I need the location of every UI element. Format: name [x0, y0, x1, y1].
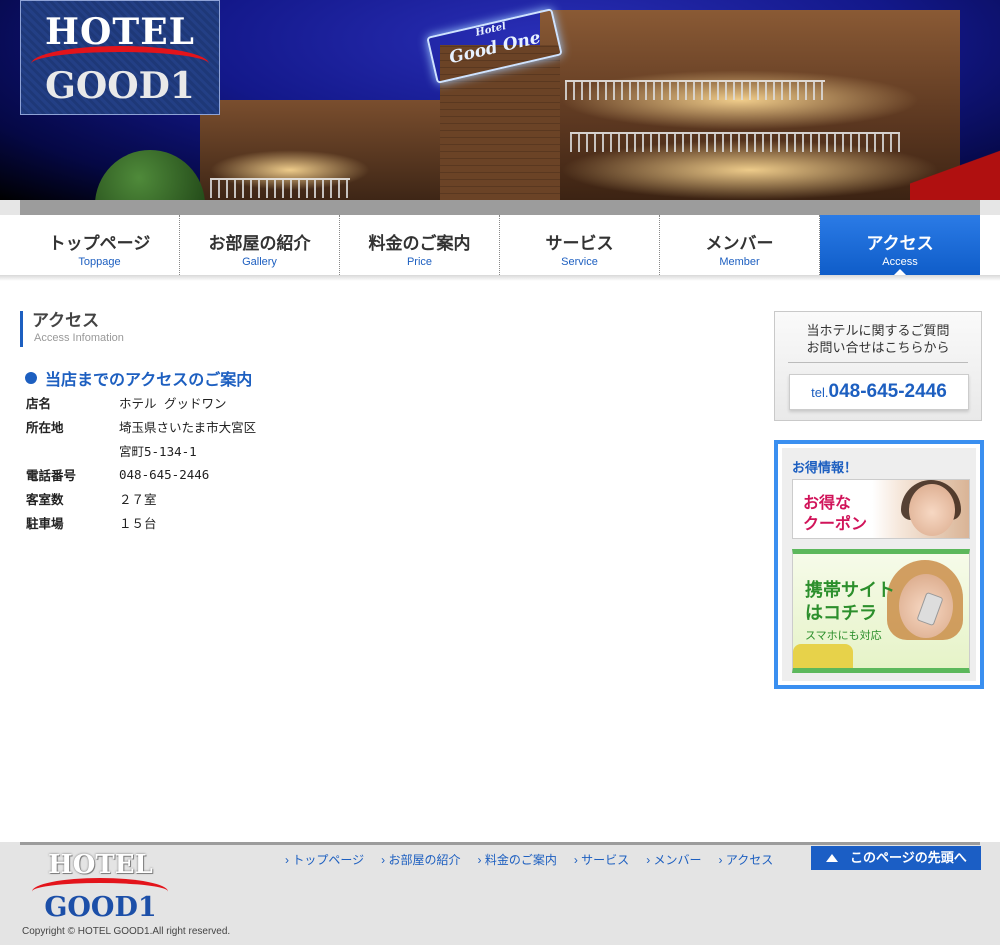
bullet-circle-icon — [25, 372, 37, 384]
footer-link-price[interactable]: 料金のご案内 — [477, 851, 557, 868]
section-heading-text: 当店までのアクセスのご案内 — [45, 372, 253, 389]
nav-label-jp: 料金のご案内 — [368, 234, 471, 253]
footer-logo-hotel: HOTEL — [48, 850, 153, 880]
nav-gallery[interactable]: お部屋の紹介 Gallery — [180, 215, 340, 275]
divider — [788, 362, 968, 363]
nav-label-jp: アクセス — [866, 234, 934, 253]
nav-access[interactable]: アクセス Access — [820, 215, 980, 275]
nav-label-en: Access — [882, 256, 918, 268]
nav-toppage[interactable]: トップページ Toppage — [20, 215, 180, 275]
table-row: 所在地 埼玉県さいたま市大宮区 — [26, 414, 256, 438]
footer-top-line — [20, 842, 980, 845]
table-row: 駐車場 １５台 — [26, 510, 256, 534]
nav-member[interactable]: メンバー Member — [660, 215, 820, 275]
promo-inner: お得情報！ お得な クーポン 携帯サイト はコチラ スマホにも対応 — [782, 448, 976, 681]
mobile-line3: スマホにも対応 — [805, 630, 882, 642]
mobile-site-banner[interactable]: 携帯サイト はコチラ スマホにも対応 — [792, 549, 970, 673]
promo-box: お得情報！ お得な クーポン 携帯サイト はコチラ スマホにも対応 — [774, 440, 984, 689]
info-key: 客室数 — [26, 491, 64, 507]
info-value: ホテル グッドワン — [119, 395, 227, 411]
woman-photo — [909, 484, 955, 536]
balcony-railing — [565, 80, 825, 100]
header-band-inner — [20, 200, 980, 215]
footer-link-member[interactable]: メンバー — [646, 851, 702, 868]
info-value: ２７室 — [119, 491, 157, 507]
footer-link-toppage[interactable]: トップページ — [285, 851, 364, 868]
footer-logo[interactable]: HOTEL GOOD1 — [28, 850, 173, 925]
info-key: 所在地 — [26, 419, 64, 435]
contact-line2: お問い合せはこちらから — [806, 340, 950, 355]
coupon-line2: クーポン — [803, 516, 868, 533]
table-row: 客室数 ２７室 — [26, 486, 256, 510]
page-title-jp: アクセス — [32, 311, 100, 330]
balcony-light — [560, 70, 920, 130]
access-info-table: 店名 ホテル グッドワン 所在地 埼玉県さいたま市大宮区 宮町5-134-1 電… — [26, 390, 256, 534]
page-title: アクセス Access Infomation — [20, 311, 124, 347]
nav-label-en: Service — [561, 256, 598, 268]
nav-label-en: Price — [406, 256, 433, 268]
tel-button[interactable]: tel.048-645-2446 — [789, 374, 969, 410]
nav-label-jp: トップページ — [48, 234, 151, 253]
page-top-label: このページの先頭へ — [850, 850, 967, 865]
info-key: 店名 — [26, 395, 52, 411]
nav-shadow — [0, 275, 1000, 281]
header-banner: Hotel Good One HOTEL GOOD1 — [0, 0, 1000, 200]
info-value: １５台 — [119, 515, 157, 531]
mobile-line2: はコチラ — [805, 603, 877, 623]
nav-label-jp: サービス — [545, 234, 614, 253]
tree — [95, 150, 205, 200]
copyright: Copyright © HOTEL GOOD1.All right reserv… — [22, 926, 231, 937]
global-nav: トップページ Toppage お部屋の紹介 Gallery 料金のご案内 Pri… — [20, 215, 980, 275]
nav-price[interactable]: 料金のご案内 Price — [340, 215, 500, 275]
table-row: 店名 ホテル グッドワン — [26, 390, 256, 414]
sofa-photo — [793, 644, 853, 668]
info-key: 電話番号 — [26, 467, 77, 483]
balcony-railing — [210, 178, 350, 198]
hotel-logo[interactable]: HOTEL GOOD1 — [20, 0, 220, 115]
red-roof — [910, 150, 1000, 200]
arrow-up-icon — [826, 854, 838, 862]
nav-label-jp: お部屋の紹介 — [208, 234, 311, 253]
nav-label-en: Gallery — [242, 256, 277, 268]
footer-nav: トップページ お部屋の紹介 料金のご案内 サービス メンバー アクセス — [285, 851, 790, 868]
nav-label-jp: メンバー — [705, 234, 774, 253]
nav-service[interactable]: サービス Service — [500, 215, 660, 275]
table-row: 宮町5-134-1 — [26, 438, 256, 462]
footer-logo-good1: GOOD1 — [44, 892, 157, 923]
page-title-en: Access Infomation — [34, 332, 124, 344]
nav-label-en: Member — [719, 256, 760, 268]
contact-box: 当ホテルに関するご質問 お問い合せはこちらから tel.048-645-2446 — [774, 311, 982, 421]
footer-link-gallery[interactable]: お部屋の紹介 — [381, 851, 460, 868]
tel-number: 048-645-2446 — [828, 381, 947, 402]
table-row: 電話番号 048-645-2446 — [26, 462, 256, 486]
tel-prefix: tel. — [811, 385, 829, 400]
info-value: 048-645-2446 — [119, 466, 210, 482]
logo-good1-text: GOOD1 — [45, 65, 195, 107]
balcony-railing — [570, 132, 900, 152]
promo-heading: お得情報！ — [792, 460, 858, 475]
section-heading: 当店までのアクセスのご案内 — [25, 366, 252, 390]
contact-line1: 当ホテルに関するご質問 — [806, 323, 950, 338]
footer-link-service[interactable]: サービス — [574, 851, 629, 868]
info-value: 埼玉県さいたま市大宮区 — [119, 419, 257, 435]
info-value: 宮町5-134-1 — [119, 443, 197, 459]
page-top-button[interactable]: このページの先頭へ — [811, 846, 981, 870]
info-key: 駐車場 — [26, 515, 64, 531]
info-key — [26, 438, 119, 462]
footer-link-access[interactable]: アクセス — [719, 851, 773, 868]
nav-label-en: Toppage — [78, 256, 121, 268]
coupon-banner[interactable]: お得な クーポン — [792, 479, 970, 539]
